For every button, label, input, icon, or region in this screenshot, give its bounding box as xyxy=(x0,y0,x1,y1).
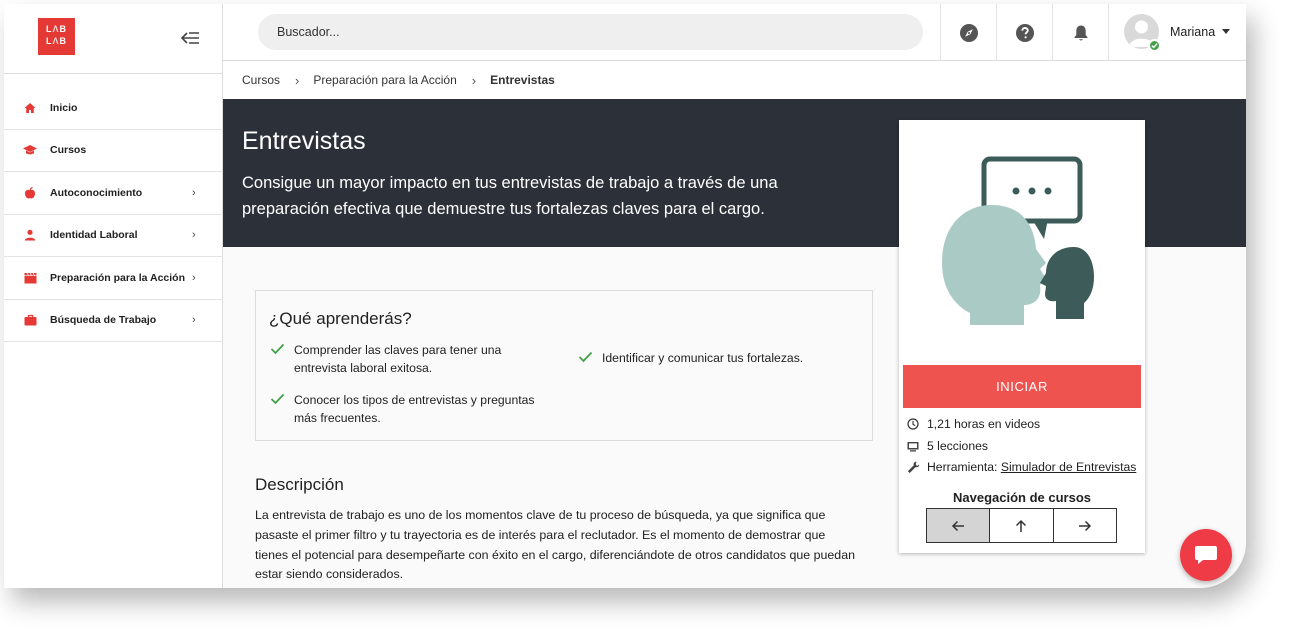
caret-down-icon xyxy=(1222,29,1230,34)
collapse-sidebar-button[interactable] xyxy=(180,28,202,48)
course-navigation-title: Navegación de cursos xyxy=(953,490,1091,505)
sidebar-item-busqueda-trabajo[interactable]: Búsqueda de Trabajo › xyxy=(4,300,223,342)
sidebar-item-inicio[interactable]: Inicio xyxy=(4,87,223,130)
check-icon xyxy=(270,341,294,377)
check-icon xyxy=(270,391,294,427)
sidebar-item-preparacion-accion[interactable]: Preparación para la Acción › xyxy=(4,257,223,300)
chevron-right-icon: › xyxy=(192,229,196,242)
course-card: INICIAR 1,21 horas en videos 5 lecciones… xyxy=(899,120,1145,553)
compass-icon xyxy=(959,23,978,42)
briefcase-icon xyxy=(23,313,37,327)
explore-button[interactable] xyxy=(940,4,996,61)
bell-icon xyxy=(1074,25,1087,41)
collapse-menu-icon xyxy=(180,32,199,44)
check-icon xyxy=(1151,43,1158,49)
graduation-cap-icon xyxy=(23,143,37,157)
list-item: Identificar y comunicar tus fortalezas. xyxy=(578,349,858,368)
course-lessons: 5 lecciones xyxy=(907,439,988,453)
list-item: Conocer los tipos de entrevistas y pregu… xyxy=(270,391,550,427)
clock-icon xyxy=(907,418,927,430)
home-icon xyxy=(23,101,37,115)
help-button[interactable] xyxy=(996,4,1052,61)
clapperboard-icon xyxy=(23,271,37,285)
user-menu[interactable]: Mariana xyxy=(1108,4,1246,61)
app-window: LΛB LΛB Inicio Cursos Autoconocimiento ›… xyxy=(4,4,1246,588)
start-course-button[interactable]: INICIAR xyxy=(903,365,1141,408)
arrow-right-icon xyxy=(1078,520,1091,531)
notifications-button[interactable] xyxy=(1052,4,1108,61)
page-title: Entrevistas xyxy=(242,127,366,155)
screen-icon xyxy=(907,441,927,452)
arrow-left-icon xyxy=(952,520,965,531)
sidebar-item-cursos[interactable]: Cursos xyxy=(4,130,223,172)
person-icon xyxy=(23,228,37,242)
check-icon xyxy=(578,349,602,368)
brand-logo[interactable]: LΛB LΛB xyxy=(38,18,75,55)
chevron-right-icon: › xyxy=(295,72,300,88)
course-tool: Herramienta: Simulador de Entrevistas xyxy=(907,460,1136,474)
apple-icon xyxy=(23,186,37,200)
online-status-badge xyxy=(1148,39,1161,52)
parent-course-button[interactable] xyxy=(989,508,1054,543)
sidebar-item-label: Autoconocimiento xyxy=(50,186,143,199)
sidebar-item-label: Inicio xyxy=(50,101,78,114)
breadcrumb-current: Entrevistas xyxy=(490,73,555,87)
search-input[interactable] xyxy=(258,14,923,50)
sidebar-item-label: Preparación para la Acción xyxy=(50,271,185,284)
chevron-right-icon: › xyxy=(471,72,477,88)
lessons-text: 5 lecciones xyxy=(927,439,988,453)
breadcrumb-cursos[interactable]: Cursos xyxy=(242,73,280,87)
breadcrumb-preparacion[interactable]: Preparación para la Acción xyxy=(313,73,456,87)
sidebar-item-label: Búsqueda de Trabajo xyxy=(50,314,157,327)
interview-illustration-icon xyxy=(942,156,1094,325)
next-course-button[interactable] xyxy=(1052,508,1117,543)
course-duration: 1,21 horas en videos xyxy=(907,417,1040,431)
sidebar-item-label: Identidad Laboral xyxy=(50,229,138,242)
previous-course-button[interactable] xyxy=(926,508,991,543)
topbar: Mariana xyxy=(223,4,1246,61)
description-title: Descripción xyxy=(255,475,344,494)
chevron-right-icon: › xyxy=(192,186,196,199)
arrow-up-icon xyxy=(1016,519,1027,532)
sidebar-item-identidad-laboral[interactable]: Identidad Laboral › xyxy=(4,215,223,257)
tool-label: Herramienta: xyxy=(927,460,998,474)
learning-outcome-text: Identificar y comunicar tus fortalezas. xyxy=(602,351,804,365)
user-name: Mariana xyxy=(1170,25,1216,39)
breadcrumb: Cursos › Preparación para la Acción › En… xyxy=(223,61,1246,99)
logo-area: LΛB LΛB xyxy=(4,4,223,74)
sidebar-nav: Inicio Cursos Autoconocimiento › Identid… xyxy=(4,87,223,342)
wrench-icon xyxy=(907,461,927,474)
help-icon xyxy=(1015,23,1034,42)
description-text: La entrevista de trabajo es uno de los m… xyxy=(255,508,855,582)
chat-button[interactable] xyxy=(1180,529,1232,581)
list-item: Comprender las claves para tener una ent… xyxy=(270,341,530,377)
chevron-right-icon: › xyxy=(192,271,196,284)
tool-link[interactable]: Simulador de Entrevistas xyxy=(1001,460,1136,474)
chevron-right-icon: › xyxy=(192,314,196,327)
duration-text: 1,21 horas en videos xyxy=(927,417,1041,431)
sidebar: LΛB LΛB Inicio Cursos Autoconocimiento ›… xyxy=(4,4,223,588)
learning-outcome-text: Comprender las claves para tener una ent… xyxy=(294,343,502,375)
course-subtitle: Consigue un mayor impacto en tus entrevi… xyxy=(242,174,778,218)
sidebar-item-label: Cursos xyxy=(50,144,87,157)
learning-outcomes-title: ¿Qué aprenderás? xyxy=(269,309,412,328)
chat-icon xyxy=(1195,546,1217,564)
learning-outcome-text: Conocer los tipos de entrevistas y pregu… xyxy=(294,393,535,425)
learning-outcomes: ¿Qué aprenderás? Comprender las claves p… xyxy=(255,290,873,441)
course-navigation xyxy=(926,508,1117,543)
sidebar-item-autoconocimiento[interactable]: Autoconocimiento › xyxy=(4,172,223,215)
